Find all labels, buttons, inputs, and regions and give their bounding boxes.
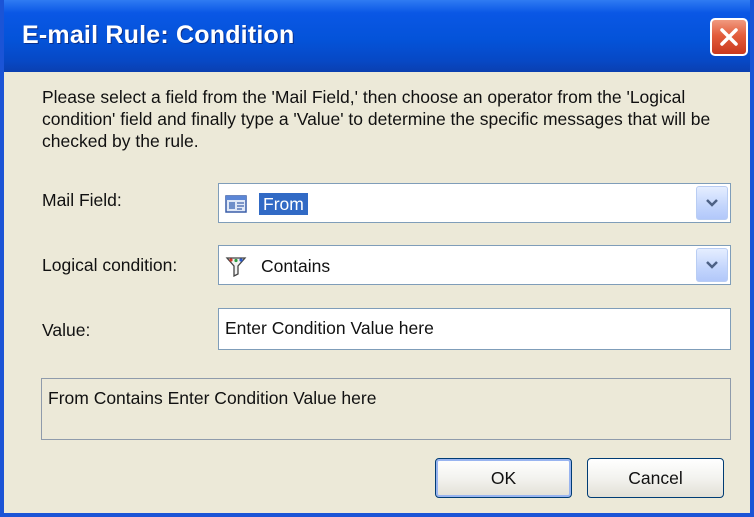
mail-field-value: From (259, 193, 308, 215)
mail-field-label: Mail Field: (42, 190, 122, 210)
condition-summary: From Contains Enter Condition Value here (41, 378, 731, 440)
logical-condition-dropdown-button[interactable] (696, 248, 728, 282)
value-input[interactable] (218, 308, 731, 350)
funnel-filter-icon (225, 257, 247, 277)
value-label: Value: (42, 320, 91, 340)
logical-condition-label: Logical condition: (42, 255, 178, 275)
mail-field-select[interactable]: From (218, 183, 731, 223)
address-card-icon (225, 195, 247, 213)
mail-field-dropdown-button[interactable] (696, 186, 728, 220)
email-rule-condition-dialog: E-mail Rule: Condition Please select a f… (0, 0, 754, 517)
chevron-down-icon (706, 261, 718, 269)
close-icon (720, 28, 738, 46)
logical-condition-select[interactable]: Contains (218, 245, 731, 285)
window-title: E-mail Rule: Condition (22, 21, 295, 49)
ok-button[interactable]: OK (435, 458, 572, 498)
instructions-text: Please select a field from the 'Mail Fie… (42, 87, 711, 151)
title-bar[interactable]: E-mail Rule: Condition (4, 0, 750, 72)
close-button[interactable] (710, 18, 748, 56)
chevron-down-icon (706, 199, 718, 207)
cancel-button[interactable]: Cancel (587, 458, 724, 498)
logical-condition-value: Contains (261, 256, 331, 276)
